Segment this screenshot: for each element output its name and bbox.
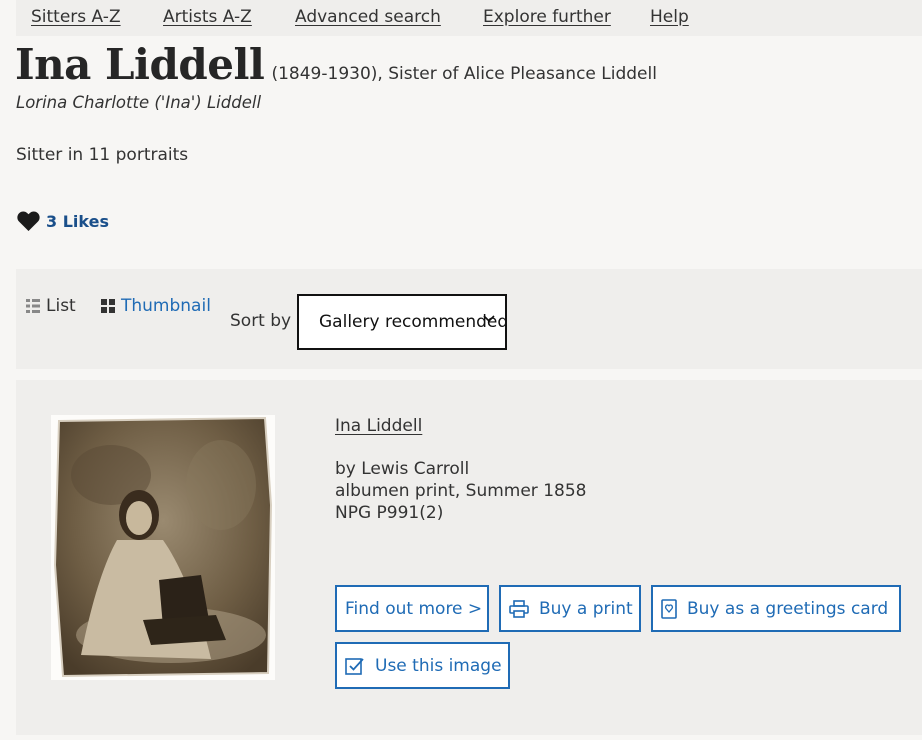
portrait-photo-image xyxy=(53,416,273,678)
grid-icon xyxy=(101,299,115,313)
nav-explore-further[interactable]: Explore further xyxy=(483,7,611,27)
greetings-card-icon xyxy=(661,598,677,619)
sort-select[interactable]: Gallery recommended xyxy=(297,294,507,350)
sitter-name: Ina Liddell xyxy=(15,40,265,89)
nav-artists-az[interactable]: Artists A-Z xyxy=(163,7,252,27)
nav-advanced-search[interactable]: Advanced search xyxy=(295,7,441,27)
portrait-reference: NPG P991(2) xyxy=(335,503,444,523)
sort-label: Sort by xyxy=(230,311,292,331)
heart-icon xyxy=(17,211,40,231)
nav-sitters-az[interactable]: Sitters A-Z xyxy=(31,7,121,27)
results-toolbar: List Thumbnail Sort by Gallery recommend… xyxy=(16,269,922,369)
checkbox-edit-icon xyxy=(345,657,364,675)
portrait-medium-date: albumen print, Summer 1858 xyxy=(335,481,587,501)
portrait-result-card: Ina Liddell by Lewis Carroll albumen pri… xyxy=(16,380,922,735)
top-navigation: Sitters A-Z Artists A-Z Advanced search … xyxy=(16,0,922,36)
find-out-more-button[interactable]: Find out more > xyxy=(335,585,489,632)
view-thumbnail-label: Thumbnail xyxy=(121,296,211,316)
portrait-artist: by Lewis Carroll xyxy=(335,459,470,479)
portrait-title-link[interactable]: Ina Liddell xyxy=(335,416,422,436)
use-this-image-label: Use this image xyxy=(375,655,502,676)
printer-icon xyxy=(509,599,529,618)
view-list-option[interactable]: List xyxy=(26,296,76,316)
likes-count: 3 Likes xyxy=(46,211,109,231)
nav-help[interactable]: Help xyxy=(650,7,689,27)
likes-button[interactable]: 3 Likes xyxy=(16,208,109,234)
sitter-full-name: Lorina Charlotte ('Ina') Liddell xyxy=(16,93,262,112)
chevron-down-icon xyxy=(483,315,495,323)
list-icon xyxy=(26,299,40,313)
sort-selected-value: Gallery recommended xyxy=(319,312,507,332)
buy-greetings-card-button[interactable]: Buy as a greetings card xyxy=(651,585,901,632)
portrait-thumbnail[interactable] xyxy=(51,415,275,680)
view-list-label: List xyxy=(46,296,76,316)
buy-greetings-card-label: Buy as a greetings card xyxy=(687,598,889,619)
sitter-dates-description: (1849-1930), Sister of Alice Pleasance L… xyxy=(271,64,657,84)
buy-print-label: Buy a print xyxy=(539,598,633,619)
portrait-count: Sitter in 11 portraits xyxy=(16,145,189,165)
buy-print-button[interactable]: Buy a print xyxy=(499,585,641,632)
use-this-image-button[interactable]: Use this image xyxy=(335,642,510,689)
view-thumbnail-option[interactable]: Thumbnail xyxy=(101,296,211,316)
page-title: Ina Liddell (1849-1930), Sister of Alice… xyxy=(15,40,657,89)
find-out-more-label: Find out more > xyxy=(345,598,483,619)
